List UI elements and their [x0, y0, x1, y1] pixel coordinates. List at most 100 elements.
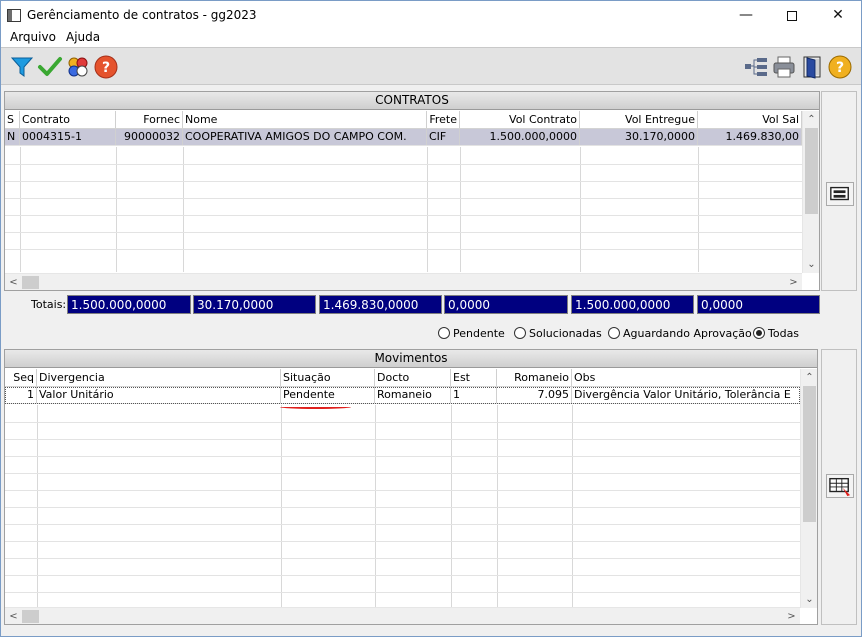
col-header-contrato[interactable]: Contrato	[20, 111, 116, 128]
col-header-divergencia[interactable]: Divergencia	[37, 369, 281, 386]
circles-icon[interactable]	[65, 54, 91, 80]
scroll-down-icon[interactable]: ⌄	[801, 591, 818, 608]
table-edit-icon	[829, 477, 851, 497]
cell-fornec: 90000032	[116, 129, 183, 145]
total-vol-entregue: 30.170,0000	[193, 295, 316, 314]
contratos-header-row: S Contrato Fornec Nome Frete Vol Contrat…	[5, 111, 802, 129]
menu-arquivo[interactable]: Arquivo	[10, 30, 56, 44]
cell-docto: Romaneio	[375, 387, 451, 403]
cell-vol-contrato: 1.500.000,0000	[460, 129, 580, 145]
movimentos-empty-area	[5, 405, 800, 608]
maximize-button[interactable]	[769, 1, 815, 31]
col-header-obs[interactable]: Obs	[572, 369, 800, 386]
col-header-romaneio[interactable]: Romaneio	[497, 369, 572, 386]
cell-s: N	[5, 129, 20, 145]
contratos-horizontal-scrollbar[interactable]: < >	[5, 273, 802, 290]
total-value-5: 1.500.000,0000	[571, 295, 694, 314]
filter-icon[interactable]	[9, 54, 35, 80]
contratos-side-panel	[821, 91, 857, 291]
movimentos-side-panel	[821, 349, 857, 625]
svg-text:?: ?	[836, 60, 844, 76]
col-header-docto[interactable]: Docto	[375, 369, 451, 386]
col-header-situacao[interactable]: Situação	[281, 369, 375, 386]
close-button[interactable]: ✕	[815, 1, 861, 31]
cell-situacao: Pendente	[281, 387, 375, 403]
svg-text:?: ?	[102, 60, 110, 76]
scroll-right-icon[interactable]: >	[783, 608, 800, 625]
radio-label: Todas	[768, 327, 800, 340]
total-vol-contrato: 1.500.000,0000	[67, 295, 191, 314]
radio-label: Aguardando Aprovação	[623, 327, 752, 340]
movimentos-title: Movimentos	[5, 350, 817, 368]
cell-nome: COOPERATIVA AMIGOS DO CAMPO COM.	[183, 129, 427, 145]
title-bar: Gerênciamento de contratos - gg2023 — ✕	[1, 1, 861, 31]
movimentos-vertical-scrollbar[interactable]: ⌃ ⌄	[800, 369, 817, 608]
cell-vol-saldo: 1.469.830,00	[698, 129, 802, 145]
col-header-s[interactable]: S	[5, 111, 20, 128]
table-row[interactable]: N 0004315-1 90000032 COOPERATIVA AMIGOS …	[5, 129, 802, 146]
radio-circle-icon	[438, 327, 450, 339]
app-icon	[7, 9, 21, 22]
check-icon[interactable]	[37, 54, 63, 80]
contratos-vertical-scrollbar[interactable]: ⌃ ⌄	[802, 111, 819, 273]
total-vol-saldo: 1.469.830,0000	[319, 295, 442, 314]
form-icon	[830, 186, 849, 201]
col-header-fornec[interactable]: Fornec	[116, 111, 183, 128]
movimentos-header-row: Seq Divergencia Situação Docto Est Roman…	[5, 369, 800, 387]
menu-ajuda[interactable]: Ajuda	[66, 30, 100, 44]
cell-est: 1	[451, 387, 497, 403]
scroll-up-icon[interactable]: ⌃	[801, 369, 818, 386]
radio-label: Solucionadas	[529, 327, 602, 340]
col-header-vol-contrato[interactable]: Vol Contrato	[460, 111, 580, 128]
totais-label: Totais:	[31, 298, 67, 311]
radio-circle-icon	[608, 327, 620, 339]
cell-romaneio: 7.095	[497, 387, 572, 403]
cell-contrato: 0004315-1	[20, 129, 116, 145]
radio-label: Pendente	[453, 327, 505, 340]
cell-frete: CIF	[427, 129, 460, 145]
cell-vol-entregue: 30.170,0000	[580, 129, 698, 145]
col-header-seq[interactable]: Seq	[5, 369, 37, 386]
total-value-6: 0,0000	[697, 295, 820, 314]
scroll-left-icon[interactable]: <	[5, 274, 22, 291]
help-icon[interactable]: ?	[93, 54, 119, 80]
print-icon[interactable]	[771, 54, 797, 80]
cell-seq: 1	[5, 387, 37, 403]
edit-grid-button[interactable]	[826, 474, 854, 498]
cell-obs: Divergência Valor Unitário, Tolerância E	[574, 388, 791, 401]
radio-solucionadas[interactable]: Solucionadas	[514, 327, 602, 340]
scroll-left-icon[interactable]: <	[5, 608, 22, 625]
radio-aguardando-aprovacao[interactable]: Aguardando Aprovação	[608, 327, 752, 340]
table-row[interactable]: 1 Valor Unitário Pendente Romaneio 1 7.0…	[5, 387, 800, 404]
cell-divergencia: Valor Unitário	[37, 387, 281, 403]
col-header-nome[interactable]: Nome	[183, 111, 427, 128]
tree-icon[interactable]	[743, 54, 769, 80]
col-header-est[interactable]: Est	[451, 369, 497, 386]
scroll-up-icon[interactable]: ⌃	[803, 111, 820, 128]
status-filter: Pendente Solucionadas Aguardando Aprovaç…	[1, 327, 861, 343]
col-header-vol-saldo[interactable]: Vol Sal	[698, 111, 802, 128]
contratos-empty-area	[5, 147, 802, 272]
minimize-button[interactable]: —	[723, 1, 769, 31]
col-header-vol-entregue[interactable]: Vol Entregue	[580, 111, 698, 128]
total-value-4: 0,0000	[444, 295, 568, 314]
menu-bar: Arquivo Ajuda	[1, 29, 861, 47]
main-window: Gerênciamento de contratos - gg2023 — ✕ …	[0, 0, 862, 637]
scroll-right-icon[interactable]: >	[785, 274, 802, 291]
movimentos-panel: Movimentos Seq Divergencia Situação Doct…	[4, 349, 818, 625]
toolbar: ? ?	[1, 47, 861, 85]
annotation-underline	[280, 405, 351, 409]
scroll-down-icon[interactable]: ⌄	[803, 256, 820, 273]
radio-pendente[interactable]: Pendente	[438, 327, 505, 340]
help-icon[interactable]: ?	[827, 54, 853, 80]
contratos-panel: CONTRATOS S Contrato Fornec Nome Frete V…	[4, 91, 820, 291]
radio-circle-icon	[514, 327, 526, 339]
movimentos-horizontal-scrollbar[interactable]: < >	[5, 607, 800, 624]
details-button[interactable]	[826, 182, 854, 206]
col-header-frete[interactable]: Frete	[427, 111, 460, 128]
exit-door-icon[interactable]	[799, 54, 825, 80]
radio-todas[interactable]: Todas	[753, 327, 799, 340]
window-title: Gerênciamento de contratos - gg2023	[27, 8, 257, 22]
contratos-title: CONTRATOS	[5, 92, 819, 110]
radio-selected-icon	[753, 327, 765, 339]
